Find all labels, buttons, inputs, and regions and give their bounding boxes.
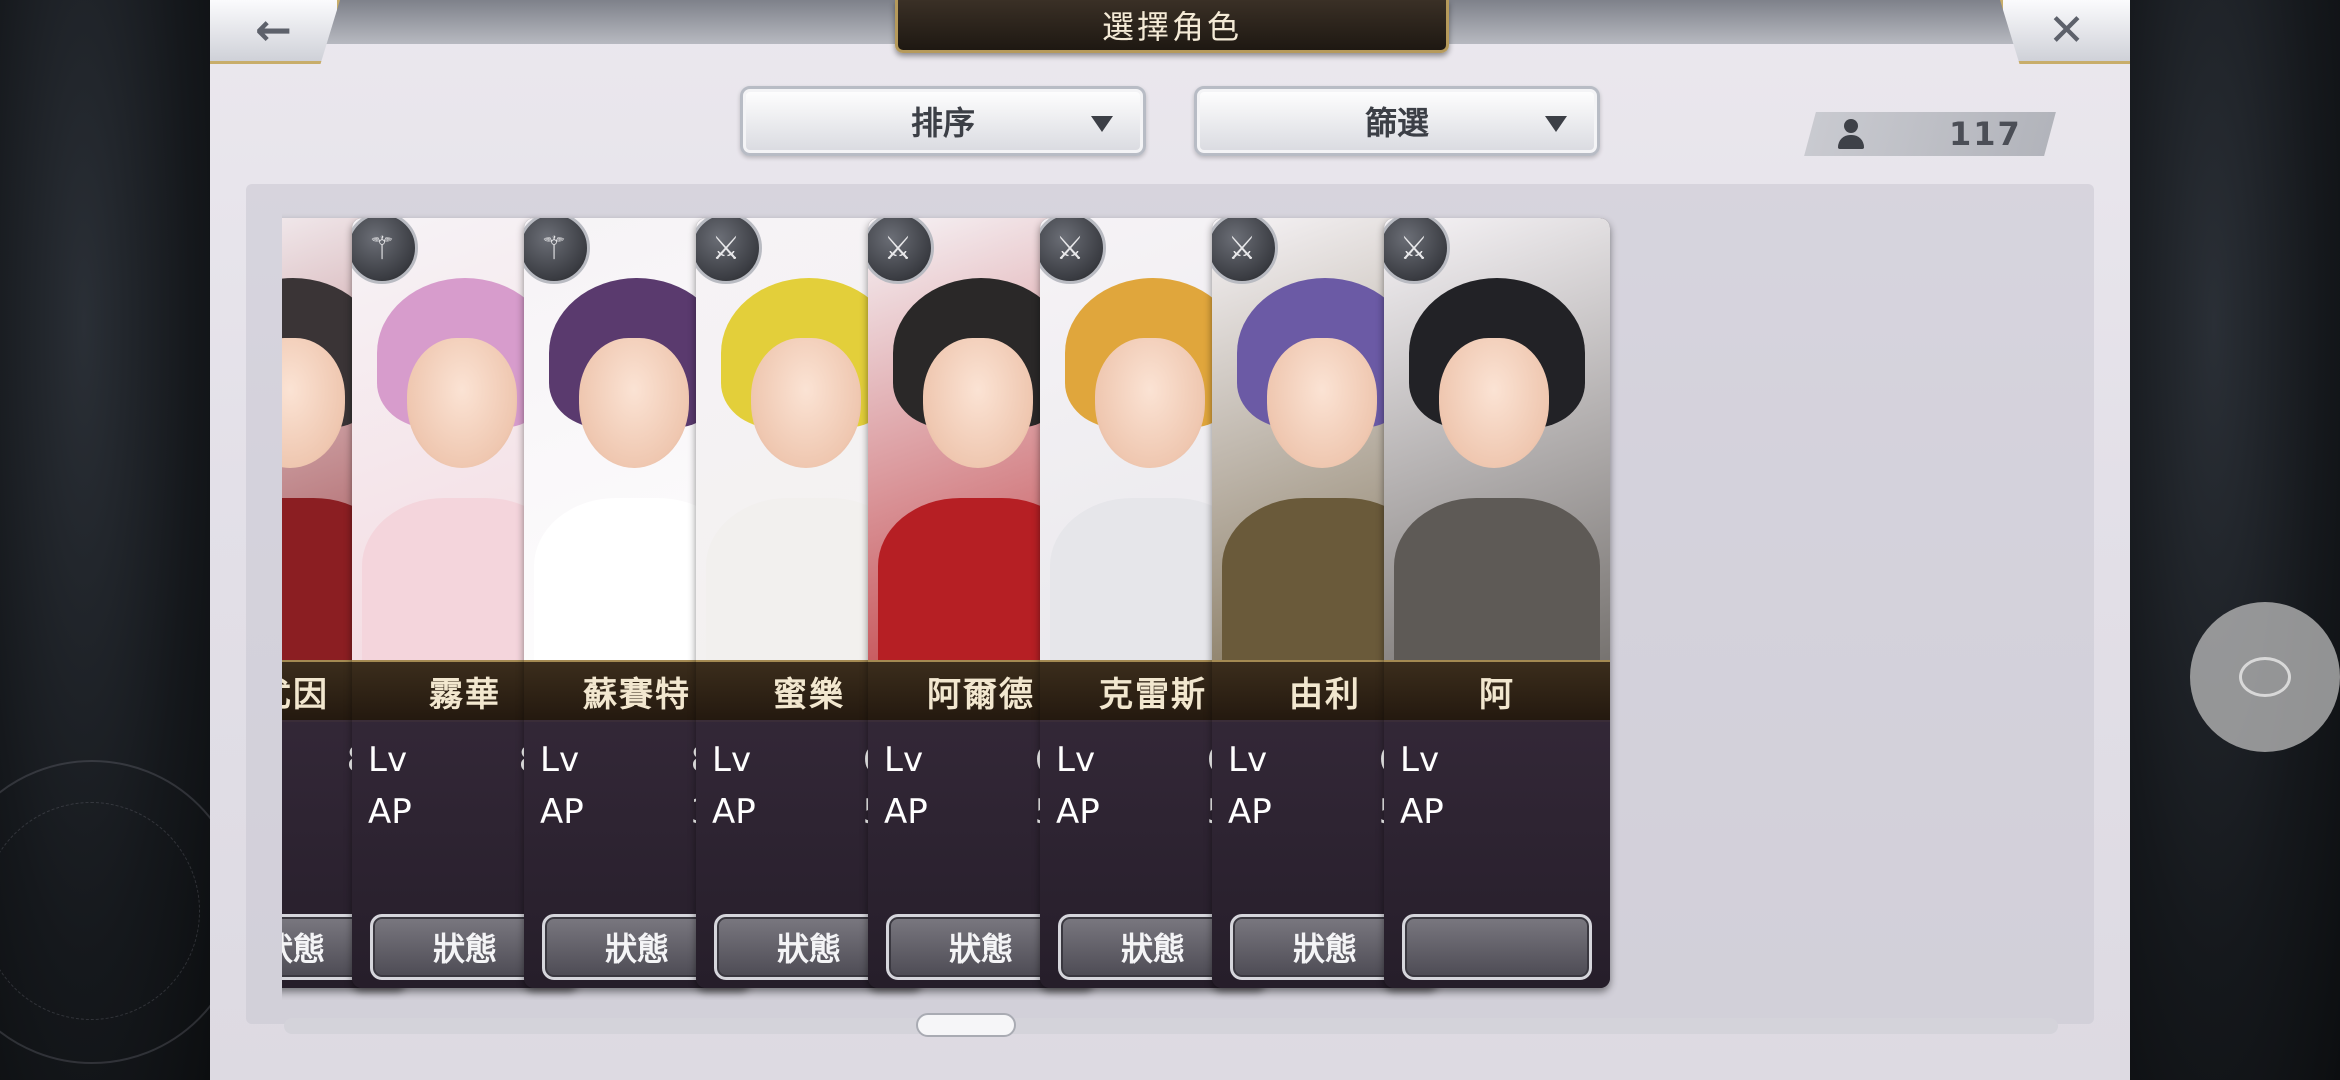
ap-label: AP <box>1056 792 1100 832</box>
left-background <box>0 0 244 1080</box>
user-icon <box>1838 119 1864 149</box>
character-card[interactable]: ⚔ 阿 Lv AP <box>1384 218 1610 988</box>
ap-label: AP <box>1400 792 1444 832</box>
lv-label: Lv <box>1228 740 1268 780</box>
portrait-face <box>1095 338 1205 468</box>
close-icon: ✕ <box>2048 5 2085 56</box>
chevron-down-icon <box>1091 116 1113 132</box>
lv-label: Lv <box>1056 740 1096 780</box>
back-button[interactable]: ← <box>210 0 340 64</box>
ap-row: AP <box>1400 792 1594 832</box>
portrait-face <box>407 338 517 468</box>
character-name: 蜜樂 <box>773 674 845 715</box>
ap-label: AP <box>1228 792 1272 832</box>
chat-bubble-icon <box>2239 657 2291 697</box>
right-background <box>2130 0 2340 1080</box>
lv-label: Lv <box>368 740 408 780</box>
portrait-body <box>1394 498 1600 668</box>
character-portrait <box>1384 218 1610 668</box>
character-select-panel: ← 選擇角色 ✕ 排序 篩選 117 尤因Lv80AP6狀態⚚霧華Lv80AP0… <box>210 0 2130 1080</box>
sort-label: 排序 <box>910 104 975 142</box>
back-arrow-icon: ← <box>255 5 292 56</box>
status-button[interactable] <box>1402 914 1592 980</box>
portrait-face <box>1439 338 1549 468</box>
portrait-face <box>751 338 861 468</box>
lv-row: Lv <box>1400 740 1594 780</box>
portrait-face <box>579 338 689 468</box>
ap-label: AP <box>540 792 584 832</box>
ap-label: AP <box>368 792 412 832</box>
character-name: 霧華 <box>429 674 501 715</box>
lv-label: Lv <box>712 740 752 780</box>
floating-chat-button[interactable] <box>2190 602 2340 752</box>
portrait-face <box>923 338 1033 468</box>
character-name: 蘇賽特 <box>583 674 691 715</box>
character-count-badge: 117 <box>1804 112 2056 156</box>
close-button[interactable]: ✕ <box>2000 0 2130 64</box>
lv-label: Lv <box>540 740 580 780</box>
character-name: 阿 <box>1479 674 1515 715</box>
sort-dropdown[interactable]: 排序 <box>740 86 1146 156</box>
filter-label: 篩選 <box>1364 104 1429 142</box>
portrait-face <box>1267 338 1377 468</box>
title-plate: 選擇角色 <box>895 0 1449 53</box>
horizontal-scrollbar[interactable] <box>284 1018 2058 1034</box>
lv-label: Lv <box>1400 740 1440 780</box>
character-stats: Lv AP <box>1384 720 1610 988</box>
filter-dropdown[interactable]: 篩選 <box>1194 86 1600 156</box>
compass-decoration-icon <box>0 760 244 1064</box>
character-card-list[interactable]: 尤因Lv80AP6狀態⚚霧華Lv80AP0狀態⚚蘇賽特Lv80AP37狀態⚔蜜樂… <box>282 200 2056 1000</box>
character-name: 阿爾德 <box>927 674 1035 715</box>
page-title: 選擇角色 <box>1101 8 1242 46</box>
ap-label: AP <box>884 792 928 832</box>
character-name: 由利 <box>1289 674 1361 715</box>
character-name: 克雷斯 <box>1099 674 1207 715</box>
character-count: 117 <box>1949 115 2022 153</box>
character-name: 尤因 <box>282 674 329 715</box>
scrollbar-thumb[interactable] <box>916 1013 1016 1037</box>
lv-label: Lv <box>884 740 924 780</box>
character-name-bar: 阿 <box>1384 660 1610 722</box>
chevron-down-icon <box>1545 116 1567 132</box>
ap-label: AP <box>712 792 756 832</box>
